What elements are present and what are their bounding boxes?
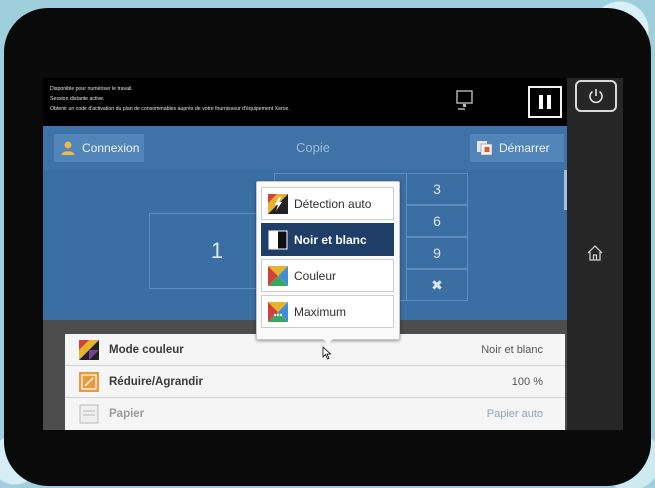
clear-icon: ✖ [431,276,443,293]
black-white-icon [268,230,288,249]
home-icon [587,245,603,261]
key-label: 6 [433,213,441,229]
pause-icon [539,95,543,109]
right-rail [567,78,623,430]
user-icon [61,141,75,155]
setting-label: Réduire/Agrandir [109,375,203,388]
status-messages: Disponible pour numériser le travail. Se… [50,84,290,114]
status-line: Disponible pour numériser le travail. [50,86,133,92]
maximum-icon [268,301,288,322]
color-icon [268,265,288,286]
option-label: Détection auto [294,196,372,211]
menu-option-maximum[interactable]: Maximum [261,295,394,328]
settings-list: Mode couleur Noir et blanc Réduire/Agran… [65,334,565,430]
power-button[interactable] [575,80,617,112]
keypad-key-6[interactable]: 6 [406,205,468,237]
power-icon [589,89,603,104]
color-mode-icon [79,339,99,360]
paper-icon [79,404,99,424]
home-button[interactable] [575,233,615,273]
key-label: 3 [433,181,441,197]
copy-start-icon [477,141,493,156]
option-label: Maximum [294,304,347,319]
remote-session-icon[interactable] [456,90,474,114]
setting-value: 100 % [511,375,543,388]
setting-value: Papier auto [486,408,543,420]
title-bar: Connexion Copie Démarrer [43,126,567,170]
pause-button[interactable] [528,86,562,118]
option-label: Couleur [294,268,337,283]
status-line: Session distante active. [50,96,105,102]
page-title: Copie [296,140,330,155]
setting-label: Mode couleur [109,343,184,356]
keypad-key-3[interactable]: 3 [406,173,468,205]
keypad-clear-key[interactable]: ✖ [406,269,468,301]
setting-row-paper[interactable]: Papier Papier auto [65,398,565,430]
login-label: Connexion [82,141,140,155]
setting-row-resize[interactable]: Réduire/Agrandir 100 % [65,366,565,398]
auto-detect-icon [268,193,288,214]
keypad-key-9[interactable]: 9 [406,237,468,269]
status-line: Obtenir un code d'activation du plan de … [50,106,290,112]
key-label: 9 [433,245,441,261]
menu-caret [321,337,335,344]
pause-icon [547,95,551,109]
quantity-value: 1 [210,238,224,263]
status-bar: Disponible pour numériser le travail. Se… [43,78,567,126]
color-mode-menu: Détection auto Noir et blanc Couleur Max… [256,181,400,344]
start-button[interactable]: Démarrer [470,134,564,162]
scrollbar[interactable] [564,170,567,210]
setting-label: Papier [109,408,145,420]
menu-option-auto-detect[interactable]: Détection auto [261,187,394,220]
touch-screen: Disponible pour numériser le travail. Se… [43,78,623,430]
resize-icon [79,371,99,392]
option-label: Noir et blanc [294,232,367,247]
mouse-cursor-icon [322,346,332,360]
menu-option-black-white[interactable]: Noir et blanc [261,223,394,256]
start-label: Démarrer [499,141,550,155]
login-button[interactable]: Connexion [54,134,144,162]
setting-value: Noir et blanc [481,343,543,356]
menu-option-color[interactable]: Couleur [261,259,394,292]
